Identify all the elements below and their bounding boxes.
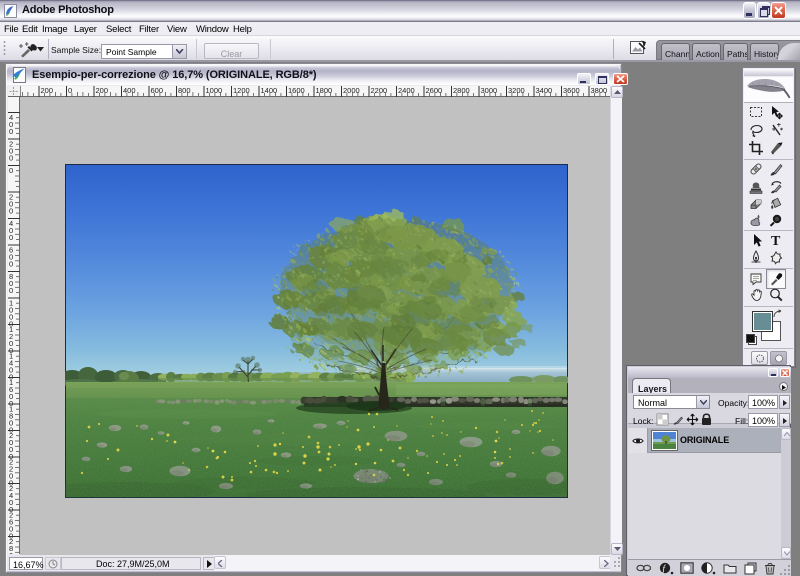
- svg-text:0: 0: [9, 260, 13, 269]
- svg-text:3400: 3400: [536, 86, 553, 95]
- svg-text:0: 0: [9, 207, 13, 216]
- svg-text:200: 200: [41, 86, 54, 95]
- svg-text:2800: 2800: [453, 86, 470, 95]
- svg-text:1000: 1000: [206, 86, 223, 95]
- svg-text:0: 0: [9, 154, 13, 163]
- svg-text:1200: 1200: [233, 86, 250, 95]
- svg-text:2600: 2600: [426, 86, 443, 95]
- svg-text:600: 600: [151, 86, 164, 95]
- svg-text:400: 400: [123, 86, 136, 95]
- svg-text:1400: 1400: [261, 86, 278, 95]
- svg-text:0: 0: [9, 286, 13, 295]
- svg-text:2200: 2200: [371, 86, 388, 95]
- svg-text:T: T: [771, 234, 781, 248]
- svg-text:0: 0: [9, 166, 13, 175]
- svg-text:3000: 3000: [481, 86, 498, 95]
- svg-text:3800: 3800: [591, 86, 608, 95]
- svg-text:2000: 2000: [343, 86, 360, 95]
- svg-text:3200: 3200: [508, 86, 525, 95]
- svg-text:800: 800: [178, 86, 191, 95]
- svg-text:0: 0: [9, 233, 13, 242]
- svg-text:1600: 1600: [288, 86, 305, 95]
- svg-text:1800: 1800: [316, 86, 333, 95]
- svg-text:0: 0: [9, 551, 13, 554]
- svg-text:3600: 3600: [563, 86, 580, 95]
- svg-text:2400: 2400: [398, 86, 415, 95]
- svg-text:0: 0: [9, 127, 13, 136]
- svg-text:200: 200: [96, 86, 109, 95]
